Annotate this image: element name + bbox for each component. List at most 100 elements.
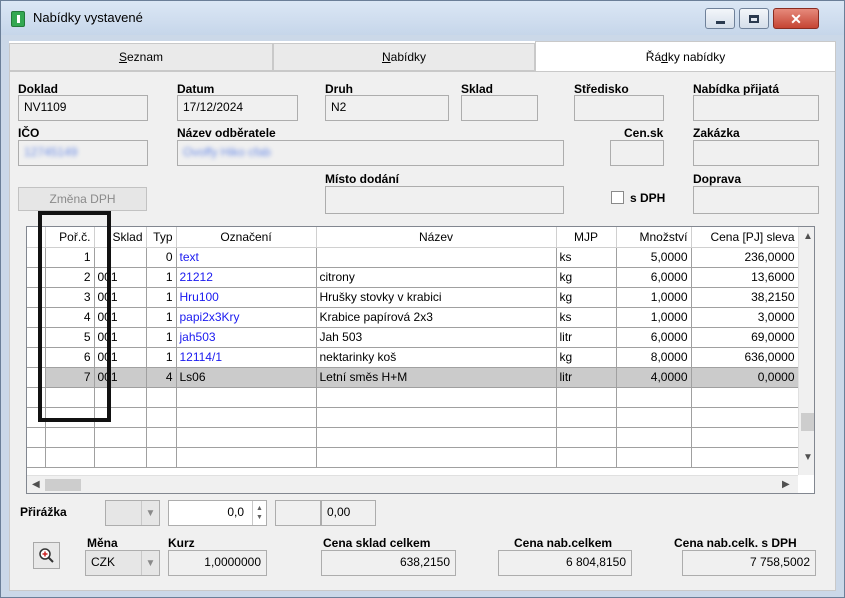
grid-header-row: Poř.č. Sklad Typ Označení Název MJP Množ… [27,227,799,248]
cena-nab-field[interactable]: 6 804,8150 [498,550,632,576]
table-row[interactable]: 3 001 1 Hru100 Hrušky stovky v krabici k… [27,287,799,308]
table-row[interactable]: 4 001 1 papi2x3Kry Krabice papírová 2x3 … [27,307,799,328]
cell-oznaceni[interactable]: 12114/1 [176,347,317,368]
row-selector[interactable] [27,327,46,348]
title-bar[interactable]: Nabídky vystavené ✕ [1,1,844,35]
cell-oznaceni[interactable]: papi2x3Kry [176,307,317,328]
spin-icon[interactable]: ▲ ▼ [252,501,266,525]
row-selector[interactable] [27,267,46,288]
close-button[interactable]: ✕ [773,8,819,29]
row-selector[interactable] [27,307,46,328]
doprava-label: Doprava [693,172,742,186]
app-window: Nabídky vystavené ✕ Seznam Nabídky Řá d ky… [0,0,845,598]
minimize-button[interactable] [705,8,735,29]
table-row[interactable]: 1 0 text ks 5,0000 236,0000 [27,247,799,268]
table-row[interactable]: 6 001 1 12114/1 nektarinky koš kg 8,0000… [27,347,799,368]
prirazka-combo[interactable]: ▼ [105,500,160,526]
cell-typ: 1 [146,307,177,328]
cell-por: 3 [45,287,95,308]
cena-sklad-field[interactable]: 638,2150 [321,550,456,576]
prirazka-blank-field[interactable] [275,500,321,526]
cell-mnozstvi: 1,0000 [616,307,692,328]
cena-nab-dph-field[interactable]: 7 758,5002 [682,550,816,576]
empty-row [27,387,799,408]
cell-por: 4 [45,307,95,328]
col-header-cena[interactable]: Cena [PJ] sleva [691,227,799,248]
row-selector[interactable] [27,247,46,268]
cell-oznaceni[interactable]: Hru100 [176,287,317,308]
nabidka-prijata-field[interactable] [693,95,819,121]
scroll-up-icon[interactable]: ▲ [803,231,813,242]
chevron-down-icon[interactable]: ▼ [141,551,159,575]
prirazka-stepper[interactable]: 0,0 ▲ ▼ [168,500,267,526]
table-row[interactable]: 2 001 1 21212 citrony kg 6,0000 13,6000 [27,267,799,288]
cell-mjp: litr [556,367,617,388]
cell-mnozstvi: 4,0000 [616,367,692,388]
scroll-left-icon[interactable]: ◀ [32,479,40,490]
sklad-field[interactable] [461,95,538,121]
empty-row [27,407,799,428]
cell-oznaceni[interactable]: text [176,247,317,268]
horizontal-scrollbar[interactable]: ◀ ▶ [27,475,798,493]
table-row-selected[interactable]: 7 001 4 Ls06 Letní směs H+M litr 4,0000 … [27,367,799,388]
zakazka-field[interactable] [693,140,819,166]
doklad-field[interactable]: NV1109 [18,95,148,121]
app-icon [11,11,25,27]
prirazka-amount-field[interactable]: 0,00 [321,500,376,526]
mena-combo[interactable]: CZK ▼ [85,550,160,576]
items-grid[interactable]: Poř.č. Sklad Typ Označení Název MJP Množ… [26,226,815,494]
cell-nazev: Jah 503 [316,327,557,348]
vertical-scroll-thumb[interactable] [801,413,814,431]
scroll-right-icon[interactable]: ▶ [782,479,790,490]
censk-label: Cen.sk [624,126,664,140]
row-selector-header [27,227,46,248]
tab-label-accel: S [118,50,127,64]
druh-field[interactable]: N2 [325,95,449,121]
cell-typ: 1 [146,347,177,368]
items-table: Poř.č. Sklad Typ Označení Název MJP Množ… [27,227,799,468]
tab-nabidky[interactable]: Nabídky [273,43,535,71]
zoom-button[interactable] [33,542,60,569]
censk-field[interactable] [610,140,664,166]
sklad-label: Sklad [461,82,494,96]
stredisko-field[interactable] [574,95,664,121]
row-selector[interactable] [27,287,46,308]
horizontal-scroll-thumb[interactable] [45,479,81,491]
col-header-por[interactable]: Poř.č. [45,227,95,248]
row-selector[interactable] [27,347,46,368]
cell-oznaceni[interactable]: Ls06 [176,367,317,388]
maximize-button[interactable] [739,8,769,29]
cell-sklad: 001 [94,287,147,308]
cell-cena: 38,2150 [691,287,799,308]
tab-label-accel: N [381,50,391,64]
ico-value: 12745149 [24,145,78,159]
chevron-down-icon[interactable]: ▼ [141,501,159,525]
col-header-oznaceni[interactable]: Označení [176,227,317,248]
cell-oznaceni[interactable]: jah503 [176,327,317,348]
row-selector[interactable] [27,367,46,388]
zmena-dph-button[interactable]: Změna DPH [18,187,147,211]
sdph-checkbox[interactable] [611,191,624,204]
col-header-nazev[interactable]: Název [316,227,557,248]
col-header-typ[interactable]: Typ [146,227,177,248]
scroll-down-icon[interactable]: ▼ [803,452,813,463]
col-header-sklad[interactable]: Sklad [94,227,147,248]
col-header-mnozstvi[interactable]: Množství [616,227,692,248]
misto-dodani-field[interactable] [325,186,564,214]
kurz-field[interactable]: 1,0000000 [168,550,267,576]
empty-row [27,447,799,468]
doprava-field[interactable] [693,186,819,214]
col-header-mjp[interactable]: MJP [556,227,617,248]
ico-field[interactable]: 12745149 [18,140,148,166]
ico-label: IČO [18,126,40,140]
datum-field[interactable]: 17/12/2024 [177,95,298,121]
vertical-scrollbar[interactable]: ▲ ▼ [798,227,814,475]
cell-mjp: litr [556,327,617,348]
close-icon: ✕ [790,10,802,27]
tab-radky-nabidky[interactable]: Řá d ky nabídky [535,41,836,72]
cell-oznaceni[interactable]: 21212 [176,267,317,288]
nazev-odberatele-field[interactable]: Ovoffy Hiko cfab [177,140,564,166]
tab-seznam[interactable]: Seznam [9,43,273,71]
cell-mnozstvi: 5,0000 [616,247,692,268]
table-row[interactable]: 5 001 1 jah503 Jah 503 litr 6,0000 69,00… [27,327,799,348]
